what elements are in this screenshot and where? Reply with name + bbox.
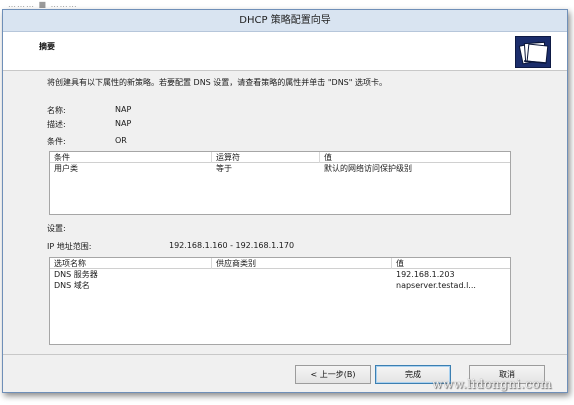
background-text: ……… ■ ………: [8, 0, 78, 9]
column-header[interactable]: 条件: [50, 152, 212, 163]
list-item[interactable]: 用户类 等于 默认的网络访问保护级别: [50, 163, 510, 174]
settings-label: 设置:: [47, 224, 66, 233]
cell-value: 默认的网络访问保护级别: [324, 164, 412, 173]
wizard-window: DHCP 策略配置向导 摘要 将创建具有以下属性的新策略。若要配置 DNS 设置…: [2, 9, 568, 393]
folder-files-icon: [515, 36, 551, 68]
options-header: 选项名称 供应商类别 值: [50, 258, 510, 269]
cell-operator: 等于: [216, 164, 232, 173]
cell-value: 192.168.1.203: [396, 270, 455, 279]
property-value: NAP: [115, 105, 132, 114]
column-header[interactable]: 供应商类别: [212, 258, 392, 269]
column-header[interactable]: 选项名称: [50, 258, 212, 269]
cell-option-name: DNS 服务器: [54, 270, 98, 279]
intro-text: 将创建具有以下属性的新策略。若要配置 DNS 设置，请查看策略的属性并单击 "D…: [47, 78, 387, 87]
page-title: 摘要: [39, 42, 55, 51]
window-title: DHCP 策略配置向导: [3, 10, 567, 32]
back-button[interactable]: < 上一步(B): [295, 365, 371, 384]
list-item[interactable]: DNS 域名 napserver.testad.l...: [50, 280, 510, 291]
property-label: 描述:: [47, 120, 66, 129]
property-value: NAP: [115, 119, 132, 128]
cell-option-name: DNS 域名: [54, 281, 90, 290]
column-header[interactable]: 运算符: [212, 152, 320, 163]
cell-value: napserver.testad.l...: [396, 281, 476, 290]
column-header[interactable]: 值: [392, 258, 512, 269]
watermark: www.lidongni.com: [432, 377, 552, 391]
list-item[interactable]: DNS 服务器 192.168.1.203: [50, 269, 510, 280]
wizard-header: 摘要: [3, 32, 567, 71]
property-value: OR: [115, 136, 127, 145]
conditions-header: 条件 运算符 值: [50, 152, 510, 163]
column-header[interactable]: 值: [320, 152, 512, 163]
options-list[interactable]: 选项名称 供应商类别 值 DNS 服务器 192.168.1.203 DNS 域…: [49, 257, 511, 345]
ip-range-label: IP 地址范围:: [47, 242, 92, 251]
cell-condition: 用户类: [54, 164, 78, 173]
conditions-list[interactable]: 条件 运算符 值 用户类 等于 默认的网络访问保护级别: [49, 151, 511, 215]
summary-content: 将创建具有以下属性的新策略。若要配置 DNS 设置，请查看策略的属性并单击 "D…: [3, 71, 567, 353]
property-label: 条件:: [47, 137, 66, 146]
property-label: 名称:: [47, 106, 66, 115]
ip-range-value: 192.168.1.160 - 192.168.1.170: [169, 241, 295, 250]
